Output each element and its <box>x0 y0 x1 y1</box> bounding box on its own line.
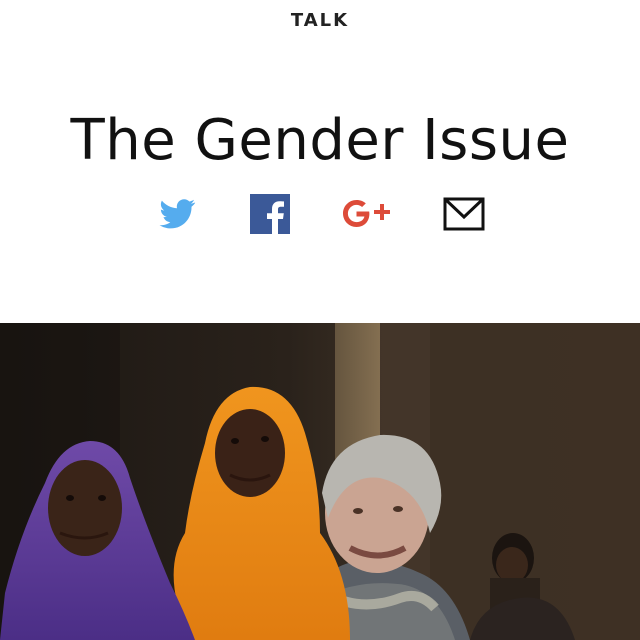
google-plus-icon <box>343 200 390 227</box>
google-plus-share-button[interactable] <box>340 192 396 236</box>
twitter-icon <box>159 199 196 229</box>
email-icon <box>443 197 485 231</box>
facebook-icon <box>250 194 290 234</box>
category-label: TALK <box>290 10 350 31</box>
article-page: TALK The Gender Issue <box>0 0 640 640</box>
share-bar <box>0 192 640 236</box>
page-title: The Gender Issue <box>70 107 570 173</box>
twitter-share-button[interactable] <box>155 192 199 236</box>
article-photo <box>0 323 640 640</box>
email-share-button[interactable] <box>442 192 486 236</box>
facebook-share-button[interactable] <box>248 192 292 236</box>
